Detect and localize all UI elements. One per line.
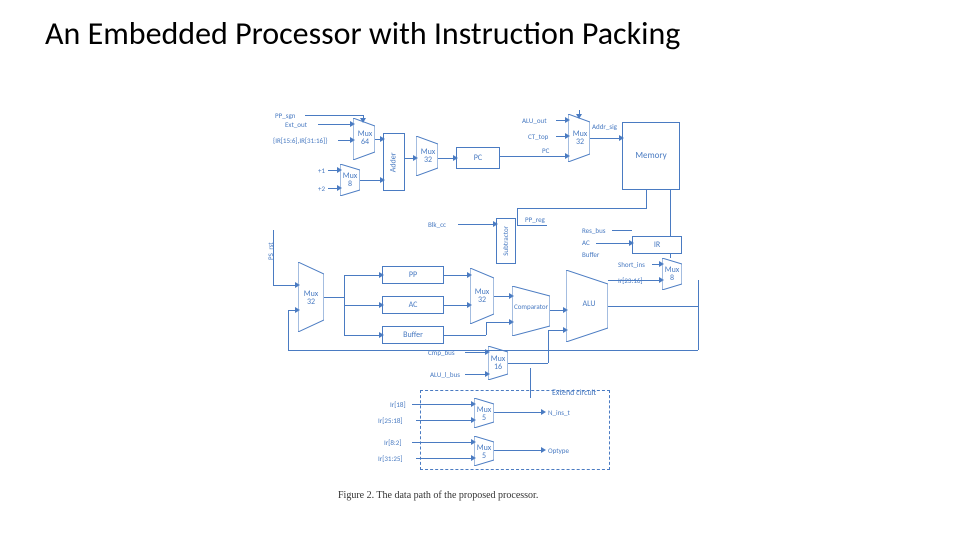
sig-n-ins-t: N_ins_t: [548, 408, 570, 417]
mux-16: [488, 346, 508, 380]
mux-8-incr: [340, 164, 360, 196]
sig-plus1: +1: [318, 166, 325, 175]
comparator-block: [512, 286, 550, 336]
pp-block: PP: [382, 266, 444, 284]
sig-res-bus: Res_bus: [582, 226, 605, 235]
sig-ir-31-25: Ir[31:25]: [378, 454, 403, 463]
sig-ext-out: Ext_out: [285, 120, 307, 129]
mux-64: [353, 118, 375, 160]
ac-block: AC: [382, 296, 444, 314]
sig-ir-8-2: Ir[8:2]: [384, 438, 401, 447]
figure-caption: Figure 2. The data path of the proposed …: [338, 490, 538, 501]
sig-optype: Optype: [548, 446, 569, 455]
sig-ct-top: CT_top: [528, 132, 548, 141]
sig-alu-l-bus: ALU_l_bus: [430, 370, 460, 379]
mux-5-a: [474, 398, 494, 428]
sig-ir-18: Ir[18]: [390, 400, 406, 409]
mux-32-left: [298, 262, 324, 332]
sig-pp-reg: PP_reg: [525, 215, 545, 224]
mux-32-prepc: [416, 136, 438, 176]
sig-blk-cc: Blk_cc: [428, 220, 446, 229]
buffer-block: Buffer: [382, 326, 444, 344]
sig-buffer-wire: Buffer: [582, 250, 599, 259]
pc-block: PC: [456, 147, 500, 169]
processor-datapath-diagram: Mux 64 Mux 8 Adder Mux 32 PC Mux 32 Memo…: [270, 110, 720, 480]
adder-block: Adder: [383, 133, 405, 191]
mux-5-b: [474, 436, 494, 466]
sig-ir-bits: {IR[15:6],IR[31:16]}: [273, 136, 327, 145]
sig-pc-wire: PC: [542, 146, 549, 155]
alu-block: [566, 270, 608, 342]
sig-ir-25-18: Ir[25:18]: [378, 416, 403, 425]
mux-32-addr: [568, 114, 590, 162]
sig-addr-sig: Addr_sig: [592, 122, 617, 131]
mux-8-right: [662, 258, 682, 290]
mux-32-mid: [470, 268, 494, 324]
sig-alu-out-top: ALU_out: [522, 116, 547, 125]
subtractor-block: Subtractor: [496, 218, 516, 264]
sig-pp-sgn: PP_sgn: [275, 111, 295, 120]
sig-ac-wire: AC: [582, 238, 590, 247]
memory-block: Memory: [622, 122, 680, 190]
ir-block: IR: [632, 236, 682, 254]
page-title: An Embedded Processor with Instruction P…: [45, 15, 905, 53]
sig-plus2: +2: [318, 184, 325, 193]
sig-short-ins: Short_ins: [618, 260, 645, 269]
sig-ir-23-16: Ir[23:16]: [618, 276, 643, 285]
